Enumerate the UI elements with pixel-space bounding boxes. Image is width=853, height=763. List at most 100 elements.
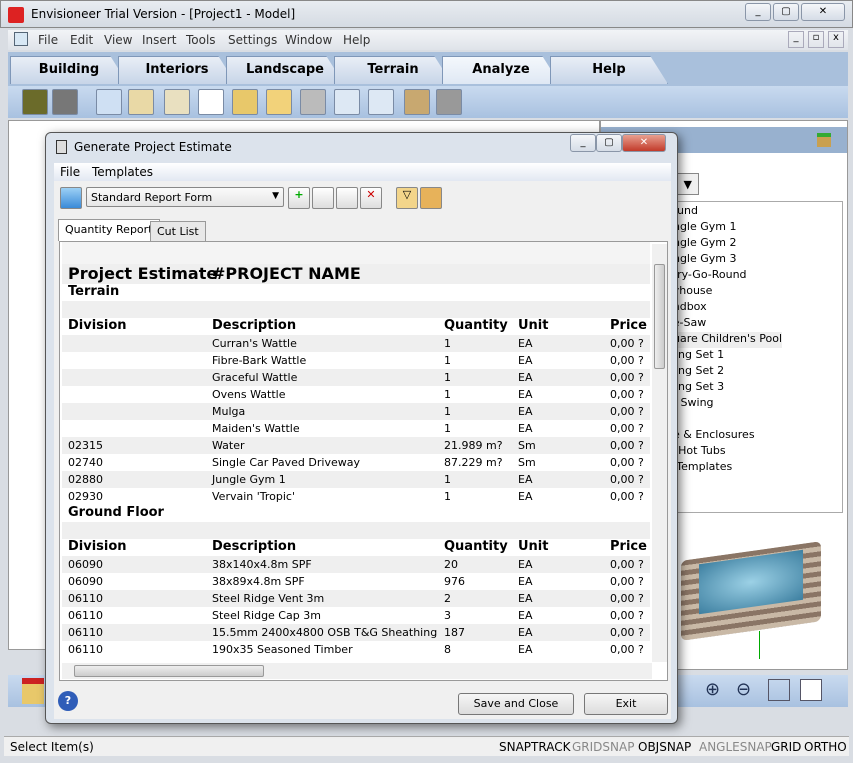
menu-settings[interactable]: Settings bbox=[228, 33, 277, 47]
cell-unit: Sm bbox=[518, 456, 536, 469]
table-row[interactable]: Mulga 1 EA 0,00 ? bbox=[62, 403, 650, 420]
maximize-button[interactable]: ▢ bbox=[773, 3, 799, 21]
menu-insert[interactable]: Insert bbox=[142, 33, 176, 47]
beam-report-icon[interactable] bbox=[300, 89, 326, 115]
table-row[interactable]: 06110 Steel Ridge Vent 3m 2 EA 0,00 ? bbox=[62, 590, 650, 607]
menu-file[interactable]: File bbox=[38, 33, 58, 47]
select-arrow-icon[interactable] bbox=[22, 89, 48, 115]
house-icon[interactable] bbox=[436, 89, 462, 115]
cell-description: 190x35 Seasoned Timber bbox=[212, 643, 353, 656]
copy-icon[interactable] bbox=[312, 187, 334, 209]
dialog-minimize-button[interactable]: _ bbox=[570, 134, 596, 152]
library-item[interactable]: ge & Enclosures bbox=[666, 428, 755, 444]
settings-icon[interactable] bbox=[420, 187, 442, 209]
schedule-icon[interactable] bbox=[128, 89, 154, 115]
exit-button[interactable]: Exit bbox=[584, 693, 668, 715]
cell-unit: EA bbox=[518, 473, 533, 486]
menu-edit[interactable]: Edit bbox=[70, 33, 93, 47]
child-window-button[interactable]: x bbox=[828, 31, 844, 48]
cell-price: 0,00 ? bbox=[610, 405, 644, 418]
menu-help[interactable]: Help bbox=[343, 33, 370, 47]
add-item-icon[interactable]: + bbox=[288, 187, 310, 209]
tab-help[interactable]: Help bbox=[550, 56, 668, 84]
table-row[interactable]: 06090 38x140x4.8m SPF 20 EA 0,00 ? bbox=[62, 556, 650, 573]
floor-plan-icon[interactable] bbox=[96, 89, 122, 115]
template-value: Standard Report Form bbox=[91, 191, 213, 204]
table-row[interactable]: Ovens Wattle 1 EA 0,00 ? bbox=[62, 386, 650, 403]
minimize-button[interactable]: _ bbox=[745, 3, 771, 21]
tab-cut-list[interactable]: Cut List bbox=[150, 221, 206, 241]
tab-quantity-report[interactable]: Quantity Report bbox=[58, 219, 160, 241]
zoom-extents-icon[interactable] bbox=[768, 679, 790, 701]
checklist-icon[interactable] bbox=[198, 89, 224, 115]
tab-building[interactable]: Building bbox=[10, 56, 128, 84]
building-icon[interactable] bbox=[22, 678, 44, 704]
library-item[interactable]: erry-Go-Round bbox=[666, 268, 747, 284]
zoom-window-icon[interactable] bbox=[800, 679, 822, 701]
door-report-icon[interactable] bbox=[232, 89, 258, 115]
table-row[interactable]: 02930 Vervain 'Tropic' 1 EA 0,00 ? bbox=[62, 488, 650, 505]
material-report-icon[interactable] bbox=[404, 89, 430, 115]
tab-terrain[interactable]: Terrain bbox=[334, 56, 452, 84]
window-report-icon[interactable] bbox=[266, 89, 292, 115]
library-item[interactable]: quare Children's Pool bbox=[662, 332, 782, 348]
menu-view[interactable]: View bbox=[104, 33, 132, 47]
close-button[interactable]: ✕ bbox=[801, 3, 845, 21]
status-toggle-objsnap[interactable]: OBJSNAP bbox=[638, 740, 691, 754]
child-window-button[interactable]: ▫ bbox=[808, 31, 824, 48]
cell-unit: EA bbox=[518, 558, 533, 571]
status-toggle-snaptrack[interactable]: SNAPTRACK bbox=[499, 740, 570, 754]
paintbrush-icon[interactable] bbox=[52, 89, 78, 115]
cell-division: 02880 bbox=[68, 473, 103, 486]
menu-window[interactable]: Window bbox=[285, 33, 332, 47]
cell-unit: EA bbox=[518, 354, 533, 367]
cell-quantity: 1 bbox=[444, 405, 451, 418]
delete-icon[interactable]: ✕ bbox=[360, 187, 382, 209]
save-and-close-button[interactable]: Save and Close bbox=[458, 693, 574, 715]
menu-templates[interactable]: Templates bbox=[92, 165, 153, 179]
template-select[interactable]: Standard Report Form ▼ bbox=[86, 187, 284, 207]
horizontal-scrollbar[interactable] bbox=[62, 663, 652, 679]
cell-description: Mulga bbox=[212, 405, 246, 418]
download-icon[interactable] bbox=[817, 133, 831, 147]
table-row[interactable]: Maiden's Wattle 1 EA 0,00 ? bbox=[62, 420, 650, 437]
tab-landscape[interactable]: Landscape bbox=[226, 56, 344, 84]
generate-estimate-dialog: Generate Project Estimate _ ▢ ✕ File Tem… bbox=[45, 132, 678, 724]
table-row[interactable]: Fibre-Bark Wattle 1 EA 0,00 ? bbox=[62, 352, 650, 369]
menu-file[interactable]: File bbox=[60, 165, 80, 179]
zoom-out-icon[interactable]: ⊖ bbox=[736, 679, 751, 700]
print-icon[interactable] bbox=[60, 187, 82, 209]
table-row[interactable]: 02740 Single Car Paved Driveway 87.229 m? S… bbox=[62, 454, 650, 471]
child-window-button[interactable]: _ bbox=[788, 31, 804, 48]
table-row[interactable]: Curran's Wattle 1 EA 0,00 ? bbox=[62, 335, 650, 352]
inspect-icon[interactable] bbox=[164, 89, 190, 115]
tab-analyze[interactable]: Analyze bbox=[442, 56, 560, 84]
area-report-icon[interactable] bbox=[334, 89, 360, 115]
room-report-icon[interactable] bbox=[368, 89, 394, 115]
filter-icon[interactable]: ▽ bbox=[396, 187, 418, 209]
table-row[interactable]: 06110 15.5mm 2400x4800 OSB T&G Sheathing 1… bbox=[62, 624, 650, 641]
zoom-in-icon[interactable]: ⊕ bbox=[705, 679, 720, 700]
status-toggle-anglesnap[interactable]: ANGLESNAP bbox=[699, 740, 772, 754]
table-row[interactable]: 06110 Steel Ridge Cap 3m 3 EA 0,00 ? bbox=[62, 607, 650, 624]
vertical-scrollbar[interactable] bbox=[652, 244, 667, 662]
edit-icon[interactable] bbox=[336, 187, 358, 209]
table-row[interactable]: 06090 38x89x4.8m SPF 976 EA 0,00 ? bbox=[62, 573, 650, 590]
tab-interiors[interactable]: Interiors bbox=[118, 56, 236, 84]
section-name: Terrain bbox=[68, 284, 120, 299]
status-toggle-ortho[interactable]: ORTHO bbox=[804, 740, 847, 754]
status-toggle-gridsnap[interactable]: GRIDSNAP bbox=[572, 740, 634, 754]
table-row[interactable]: Graceful Wattle 1 EA 0,00 ? bbox=[62, 369, 650, 386]
cell-price: 0,00 ? bbox=[610, 626, 644, 639]
cell-price: 0,00 ? bbox=[610, 643, 644, 656]
dialog-close-button[interactable]: ✕ bbox=[622, 134, 666, 152]
status-toggle-grid[interactable]: GRID bbox=[771, 740, 801, 754]
dialog-maximize-button[interactable]: ▢ bbox=[596, 134, 622, 152]
menu-tools[interactable]: Tools bbox=[186, 33, 216, 47]
cell-description: Single Car Paved Driveway bbox=[212, 456, 360, 469]
help-button[interactable]: ? bbox=[58, 691, 78, 711]
table-row[interactable]: 02315 Water 21.989 m? Sm 0,00 ? bbox=[62, 437, 650, 454]
table-row[interactable]: 06110 190x35 Seasoned Timber 8 EA 0,00 ? bbox=[62, 641, 650, 658]
table-row[interactable]: 02880 Jungle Gym 1 1 EA 0,00 ? bbox=[62, 471, 650, 488]
cell-division: 02930 bbox=[68, 490, 103, 503]
